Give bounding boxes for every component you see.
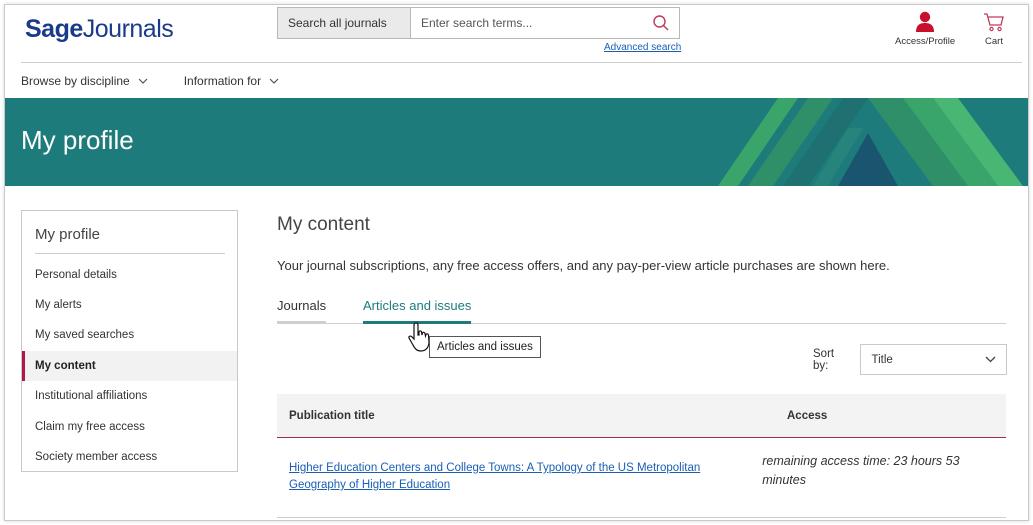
- sage-journals-logo[interactable]: SageJournals: [25, 15, 174, 44]
- sidebar-item-my-saved-searches[interactable]: My saved searches: [22, 320, 237, 350]
- content-description: Your journal subscriptions, any free acc…: [277, 258, 890, 273]
- search-scope-select[interactable]: Search all journals: [278, 8, 411, 38]
- sidebar-item-society-member-access[interactable]: Society member access: [22, 442, 237, 472]
- sort-label: Sort by:: [813, 347, 835, 372]
- nav-information-for[interactable]: Information for: [184, 74, 279, 88]
- column-header-access: Access: [787, 409, 828, 422]
- sidebar-item-claim-free-access[interactable]: Claim my free access: [22, 412, 237, 442]
- tab-journals[interactable]: Journals: [277, 298, 327, 323]
- sidebar-item-my-content[interactable]: My content: [22, 351, 237, 381]
- sidebar-item-institutional-affiliations[interactable]: Institutional affiliations: [22, 381, 237, 411]
- sort-control: Sort by: Title: [813, 344, 1007, 375]
- chevron-down-icon: [269, 78, 279, 84]
- access-cell: remaining access time: 23 hours 53 minut…: [762, 454, 960, 487]
- page-title: My profile: [21, 125, 134, 155]
- page-banner: My profile: [5, 98, 1028, 186]
- table-row: Higher Education Centers and College Tow…: [277, 438, 1006, 518]
- publication-title-link[interactable]: Higher Education Centers and College Tow…: [289, 462, 700, 491]
- content-table: Publication title Access Higher Educatio…: [277, 394, 1006, 518]
- main-nav: Browse by discipline Information for: [21, 62, 1022, 98]
- sidebar-item-personal-details[interactable]: Personal details: [22, 260, 237, 290]
- advanced-search-link[interactable]: Advanced search: [604, 42, 681, 53]
- nav-browse-by-discipline[interactable]: Browse by discipline: [21, 74, 148, 88]
- access-profile-button[interactable]: Access/Profile: [895, 11, 955, 47]
- sort-select[interactable]: Title: [860, 344, 1007, 375]
- chevron-down-icon: [138, 78, 148, 84]
- banner-decoration: [718, 98, 1023, 186]
- column-header-publication-title: Publication title: [289, 409, 375, 422]
- search-input[interactable]: [411, 8, 643, 38]
- table-header: Publication title Access: [277, 394, 1006, 438]
- browser-frame: SageJournals Search all journals Advance…: [4, 4, 1029, 521]
- search-icon[interactable]: [643, 8, 679, 38]
- content-title: My content: [277, 214, 370, 235]
- tab-tooltip: Articles and issues: [429, 336, 541, 358]
- search-bar: Search all journals: [277, 7, 680, 39]
- content-tabs: Journals Articles and issues: [277, 294, 1006, 324]
- profile-sidebar: My profile Personal details My alerts My…: [21, 210, 238, 472]
- cart-button[interactable]: Cart: [983, 11, 1005, 47]
- user-icon: [916, 11, 935, 32]
- sidebar-divider: [35, 253, 225, 254]
- sidebar-item-my-alerts[interactable]: My alerts: [22, 290, 237, 320]
- publication-title-cell: Higher Education Centers and College Tow…: [277, 438, 750, 494]
- chevron-down-icon: [985, 356, 996, 363]
- cart-icon: [984, 13, 1004, 32]
- site-header: SageJournals Search all journals Advance…: [5, 5, 1028, 62]
- sidebar-title: My profile: [35, 226, 101, 243]
